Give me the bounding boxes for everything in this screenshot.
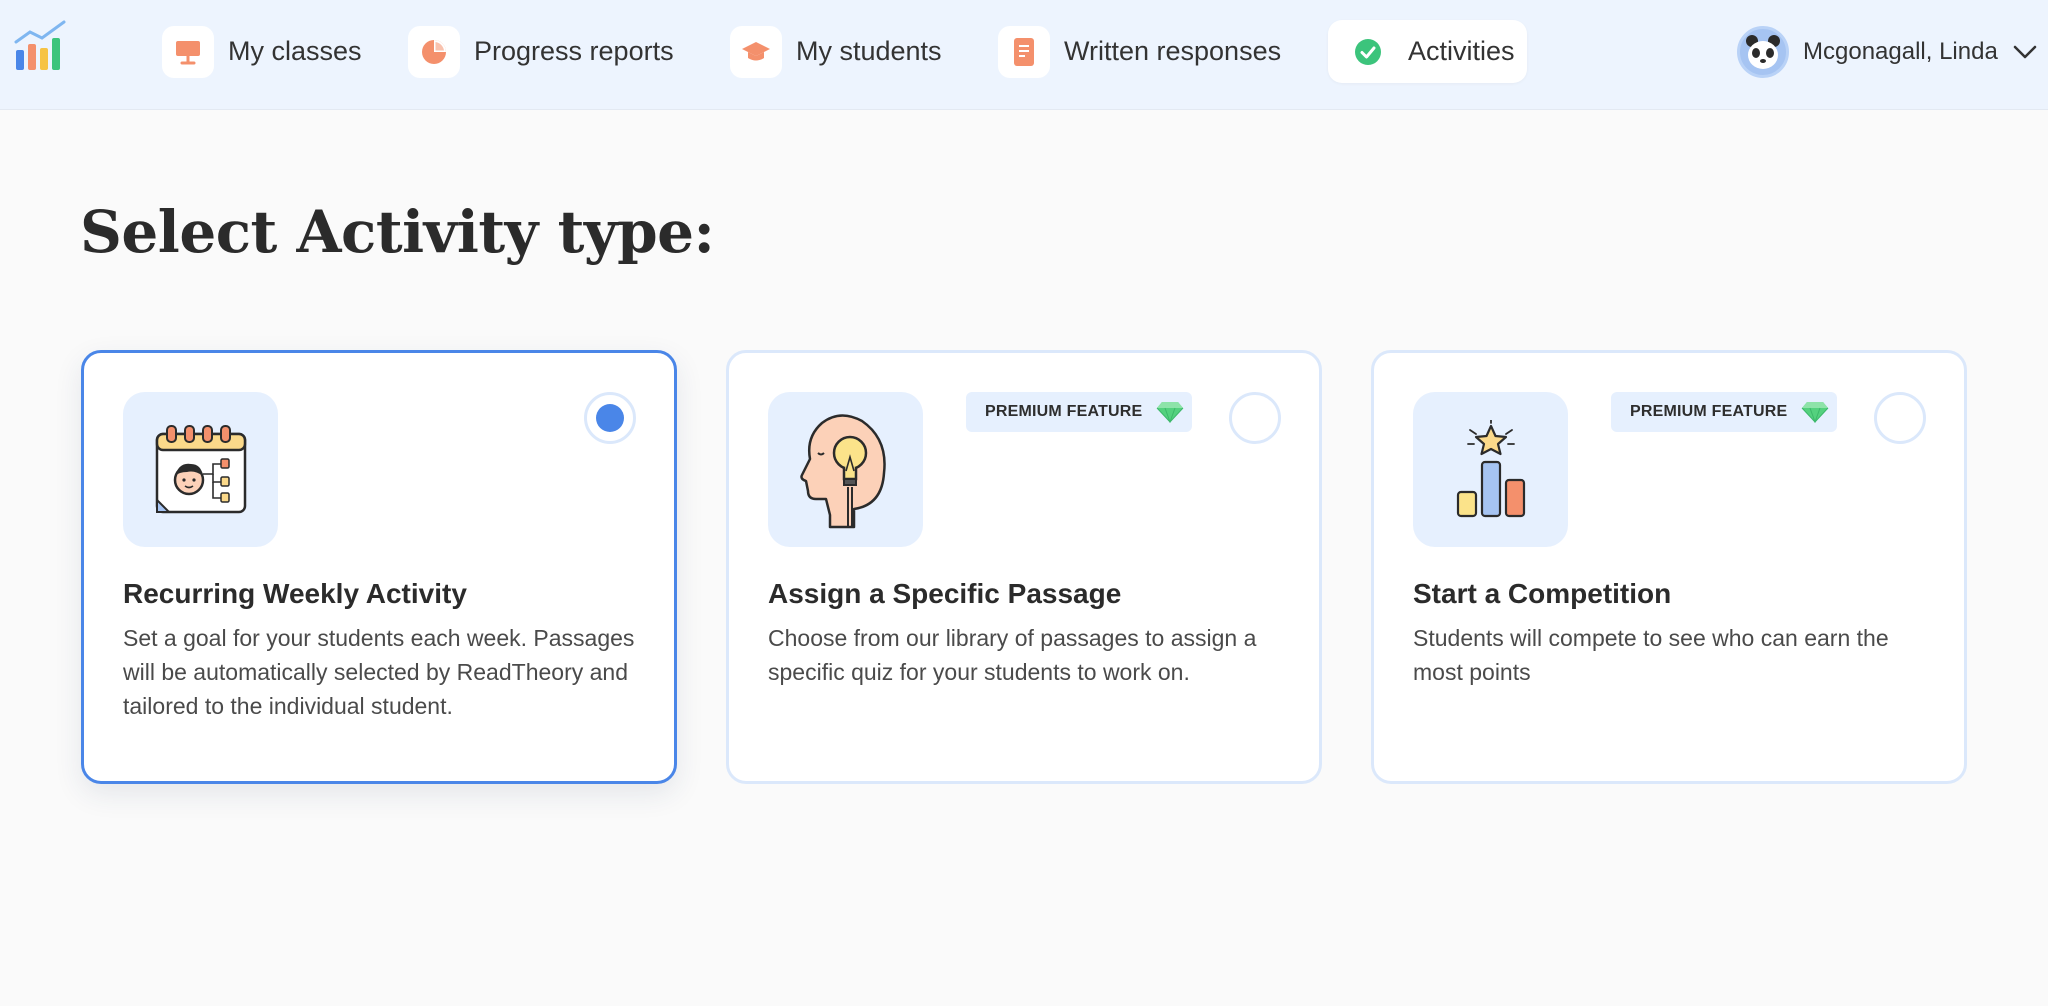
presentation-board-icon [162, 25, 214, 78]
nav-label: Written responses [1064, 36, 1282, 66]
gem-icon [1802, 402, 1829, 423]
avatar [1737, 26, 1789, 78]
calendar-student-icon [155, 424, 246, 513]
page-title: Select Activity type: [80, 198, 715, 266]
radio-button[interactable] [1874, 392, 1926, 444]
card-illustration [768, 392, 923, 547]
radio-selected-dot [596, 404, 624, 432]
radio-button[interactable] [1229, 392, 1281, 444]
top-navigation-bar: My classes Progress reports My students [0, 0, 2048, 110]
card-illustration [1413, 392, 1568, 547]
podium-star-icon [1456, 419, 1525, 517]
check-circle-icon [1346, 25, 1390, 78]
nav-activities[interactable]: Activities [1328, 20, 1527, 83]
pie-chart-icon [408, 25, 460, 78]
document-icon [998, 25, 1050, 78]
user-name: Mcgonagall, Linda [1803, 38, 1998, 65]
panda-icon [1746, 35, 1780, 69]
activity-card-specific-passage[interactable]: PREMIUM FEATURE Assign a Specific Passag… [726, 350, 1322, 784]
card-description: Choose from our library of passages to a… [768, 625, 1257, 685]
chevron-down-icon [2013, 45, 2037, 59]
premium-label: PREMIUM FEATURE [985, 403, 1143, 420]
radio-button[interactable] [584, 392, 636, 444]
nav-progress-reports[interactable]: Progress reports [408, 20, 674, 83]
premium-feature-badge: PREMIUM FEATURE [1611, 392, 1837, 432]
nav-label: My students [796, 36, 942, 66]
activity-card-recurring-weekly[interactable]: Recurring Weekly Activity Set a goal for… [81, 350, 677, 784]
nav-label: Activities [1408, 36, 1515, 66]
card-description: Students will compete to see who can ear… [1413, 625, 1889, 685]
premium-feature-badge: PREMIUM FEATURE [966, 392, 1192, 432]
premium-label: PREMIUM FEATURE [1630, 403, 1788, 420]
nav-my-classes[interactable]: My classes [162, 20, 362, 83]
nav-label: Progress reports [474, 36, 674, 66]
graduation-cap-icon [730, 25, 782, 78]
nav-written-responses[interactable]: Written responses [998, 20, 1281, 83]
readtheory-logo-icon[interactable] [14, 20, 72, 76]
card-description: Set a goal for your students each week. … [123, 625, 635, 719]
card-title: Recurring Weekly Activity [123, 578, 467, 609]
gem-icon [1157, 402, 1184, 423]
user-menu[interactable]: Mcgonagall, Linda [1737, 24, 2038, 80]
activity-card-competition[interactable]: PREMIUM FEATURE Start a Competition Stud… [1371, 350, 1967, 784]
card-illustration [123, 392, 278, 547]
nav-label: My classes [228, 36, 362, 66]
card-title: Start a Competition [1413, 578, 1672, 609]
head-lightbulb-icon [799, 413, 886, 528]
nav-my-students[interactable]: My students [730, 20, 942, 83]
card-title: Assign a Specific Passage [768, 578, 1122, 609]
